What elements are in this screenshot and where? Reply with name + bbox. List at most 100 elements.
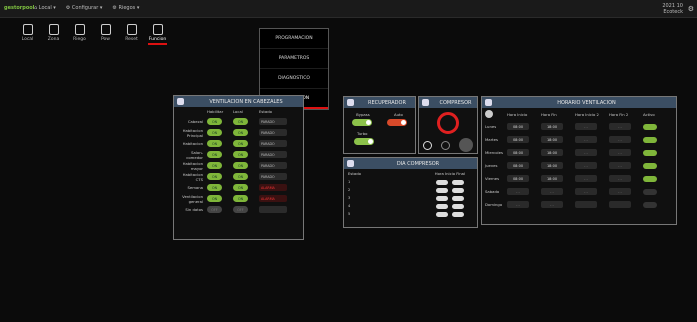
time-field-end[interactable]: 18:00 bbox=[541, 136, 563, 143]
toggle-switch[interactable] bbox=[452, 195, 464, 201]
time-field-end[interactable]: 18:00 bbox=[541, 123, 563, 130]
time-field-s2[interactable]: - - bbox=[575, 149, 597, 156]
time-field-end[interactable]: - - bbox=[541, 188, 563, 195]
time-field-end[interactable]: 18:00 bbox=[541, 175, 563, 182]
col-local: Local bbox=[233, 109, 243, 114]
toggle-switch[interactable] bbox=[452, 211, 464, 217]
toggle-switch[interactable] bbox=[436, 187, 448, 193]
time-field-e2[interactable] bbox=[609, 201, 631, 208]
status-field: PARADO bbox=[259, 140, 287, 147]
time-field-start[interactable]: 08:00 bbox=[507, 162, 529, 169]
toggle-switch[interactable] bbox=[436, 195, 448, 201]
local-toggle[interactable]: ON bbox=[233, 184, 248, 191]
time-field-e2[interactable]: - - bbox=[609, 149, 631, 156]
menu-item-parametros[interactable]: PARAMETROS bbox=[260, 49, 328, 69]
toggle-switch[interactable] bbox=[436, 179, 448, 185]
enable-toggle[interactable]: ON bbox=[207, 162, 222, 169]
toggle-switch[interactable] bbox=[452, 203, 464, 209]
time-field-s2[interactable]: - - bbox=[575, 175, 597, 182]
day-label: Jueves bbox=[485, 163, 498, 168]
local-toggle[interactable]: ON bbox=[233, 162, 248, 169]
active-toggle[interactable] bbox=[643, 149, 657, 156]
local-toggle[interactable]: ON bbox=[233, 151, 248, 158]
row-index: 1 bbox=[348, 180, 351, 184]
clock-icon[interactable] bbox=[423, 140, 433, 150]
toolbar-button-zona[interactable]: Zona bbox=[44, 24, 63, 45]
turbo-toggle[interactable] bbox=[354, 138, 374, 145]
active-toggle[interactable] bbox=[643, 162, 657, 169]
toolbar-button-riego[interactable]: Riego bbox=[70, 24, 89, 45]
time-field-start[interactable]: 08:00 bbox=[507, 136, 529, 143]
recuperador-labels: Bypass Auto bbox=[344, 112, 415, 117]
col-estado: Estado bbox=[259, 109, 272, 114]
power-button[interactable] bbox=[458, 138, 473, 152]
menu-item-programacion[interactable]: PROGRAMACION bbox=[260, 29, 328, 49]
enable-toggle[interactable]: ON bbox=[207, 195, 222, 202]
time-field-s2[interactable]: - - bbox=[575, 123, 597, 130]
toggle-switch[interactable] bbox=[452, 187, 464, 193]
row-name: Habitacion CTS bbox=[182, 171, 203, 182]
active-toggle[interactable] bbox=[643, 201, 657, 208]
time-field-s2[interactable]: - - bbox=[575, 188, 597, 195]
menu-item-diagnostico[interactable]: DIAGNOSTICO bbox=[260, 69, 328, 89]
ventilation-header: VENTILACION EN CABEZALES bbox=[174, 96, 303, 107]
time-field-e2[interactable]: - - bbox=[609, 162, 631, 169]
local-toggle[interactable]: ON bbox=[233, 118, 248, 125]
drop-icon bbox=[74, 24, 85, 35]
schedule-columns: Hora Inicio Hora Fin Hora Inicio 2 Hora … bbox=[482, 108, 676, 120]
compresor-header: COMPRESOR bbox=[419, 97, 477, 108]
row-name: Semana bbox=[187, 185, 203, 190]
gear-icon[interactable]: ⚙ bbox=[688, 5, 694, 13]
time-field-s2[interactable]: - - bbox=[575, 162, 597, 169]
time-field-start[interactable]: - - bbox=[507, 201, 529, 208]
active-toggle[interactable] bbox=[643, 136, 657, 143]
time-field-s2[interactable] bbox=[575, 201, 597, 208]
time-field-end[interactable]: 18:00 bbox=[541, 149, 563, 156]
toolbar-button-funcion[interactable]: Funcion bbox=[148, 24, 167, 45]
time-field-e2[interactable]: - - bbox=[609, 123, 631, 130]
row-name: Ventilacion general bbox=[182, 193, 203, 204]
time-field-start[interactable]: 08:00 bbox=[507, 149, 529, 156]
local-toggle[interactable]: OFF bbox=[233, 206, 248, 213]
active-toggle[interactable] bbox=[643, 123, 657, 130]
time-field-e2[interactable]: - - bbox=[609, 136, 631, 143]
local-toggle[interactable]: ON bbox=[233, 195, 248, 202]
enable-toggle[interactable]: ON bbox=[207, 140, 222, 147]
daily-rows: 1 2 3 4 5 bbox=[344, 178, 477, 218]
enable-toggle[interactable]: ON bbox=[207, 118, 222, 125]
local-toggle[interactable]: ON bbox=[233, 173, 248, 180]
table-row: 3 bbox=[344, 194, 477, 202]
enable-toggle[interactable]: OFF bbox=[207, 206, 222, 213]
nav-configurar[interactable]: ⚙ Configurar ▾ bbox=[66, 5, 103, 11]
active-toggle[interactable] bbox=[643, 188, 657, 195]
toolbar-button-reset[interactable]: Reset bbox=[122, 24, 141, 45]
time-field-start[interactable]: 08:00 bbox=[507, 175, 529, 182]
time-field-start[interactable]: 08:00 bbox=[507, 123, 529, 130]
time-field-s2[interactable]: - - bbox=[575, 136, 597, 143]
toolbar-button-pow[interactable]: Pow bbox=[96, 24, 115, 45]
toggle-switch[interactable] bbox=[436, 211, 448, 217]
toolbar-button-local[interactable]: Local bbox=[18, 24, 37, 45]
bypass-toggle[interactable] bbox=[351, 119, 372, 126]
enable-toggle[interactable]: ON bbox=[207, 151, 222, 158]
nav-local[interactable]: ⌂ Local ▾ bbox=[34, 5, 56, 11]
daily-title: DIA COMPRESOR bbox=[396, 160, 440, 167]
nav-riegos[interactable]: ⚙ Riegos ▾ bbox=[112, 5, 139, 11]
row-name: Habitacion Principal bbox=[182, 127, 203, 138]
time-field-e2[interactable]: - - bbox=[609, 175, 631, 182]
time-field-e2[interactable]: - - bbox=[609, 188, 631, 195]
enable-toggle[interactable]: ON bbox=[207, 129, 222, 136]
cycle-icon[interactable] bbox=[440, 140, 450, 150]
time-field-start[interactable]: - - bbox=[507, 188, 529, 195]
enable-toggle[interactable]: ON bbox=[207, 173, 222, 180]
toggle-switch[interactable] bbox=[452, 179, 464, 185]
toggle-switch[interactable] bbox=[436, 203, 448, 209]
local-toggle[interactable]: ON bbox=[233, 129, 248, 136]
auto-toggle[interactable] bbox=[387, 119, 408, 126]
time-field-end[interactable]: 18:00 bbox=[541, 162, 563, 169]
active-toggle[interactable] bbox=[643, 175, 657, 182]
enable-toggle[interactable]: ON bbox=[207, 184, 222, 191]
time-field-end[interactable]: - - bbox=[541, 201, 563, 208]
local-toggle[interactable]: ON bbox=[233, 140, 248, 147]
row-index: 2 bbox=[348, 188, 351, 192]
